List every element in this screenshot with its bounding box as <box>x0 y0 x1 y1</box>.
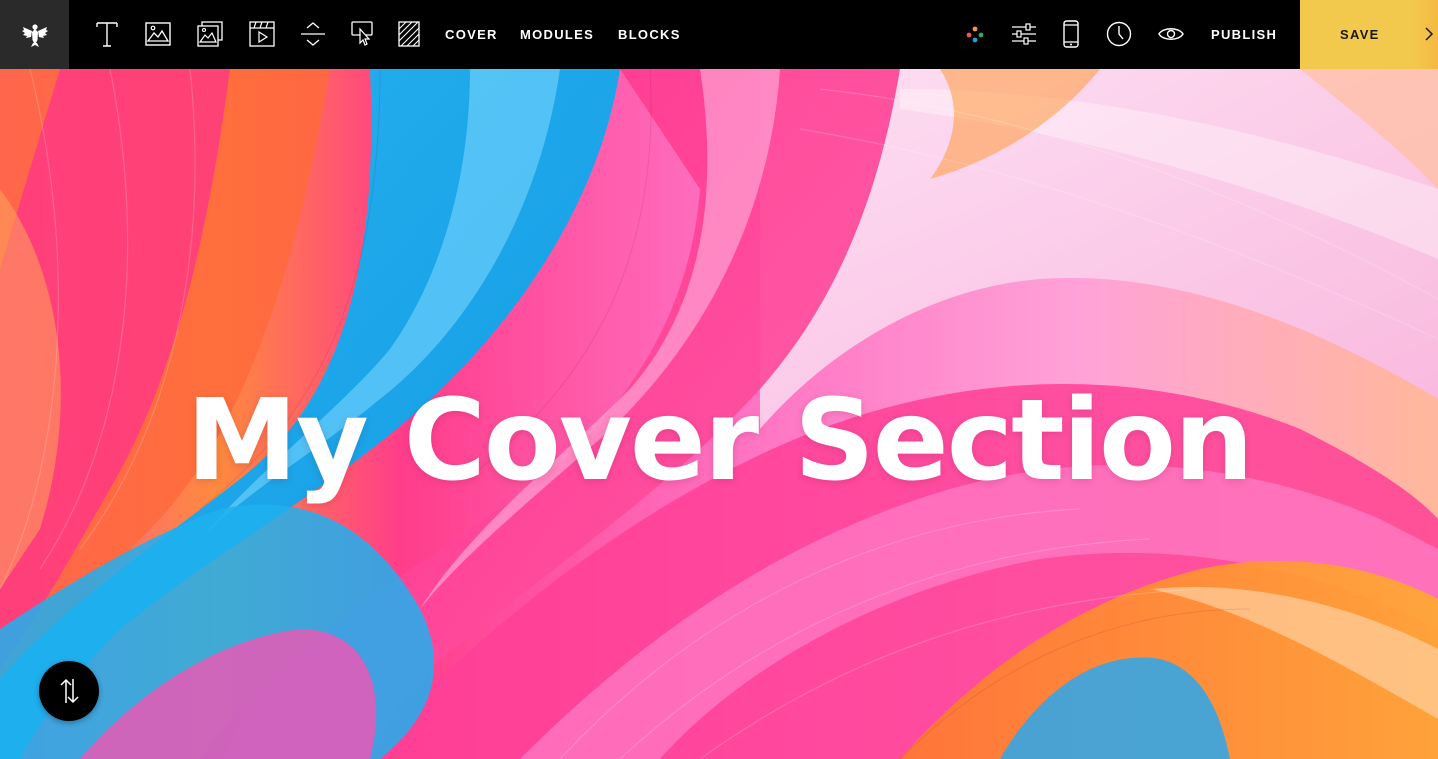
colors-icon <box>966 26 984 43</box>
reorder-arrows-icon <box>60 678 79 704</box>
pattern-tool-button[interactable] <box>391 17 427 51</box>
save-label: SAVE <box>1340 27 1380 42</box>
eye-icon <box>1158 28 1184 40</box>
button-tool-button[interactable] <box>345 17 381 51</box>
pattern-icon <box>398 21 420 47</box>
video-icon <box>249 21 275 47</box>
video-tool-button[interactable] <box>244 17 280 51</box>
settings-button[interactable] <box>1006 17 1042 51</box>
nav-blocks[interactable]: BLOCKS <box>618 0 681 69</box>
click-icon <box>351 21 373 46</box>
nav-modules[interactable]: MODULES <box>520 0 594 69</box>
publish-button[interactable]: PUBLISH <box>1211 0 1277 69</box>
text-icon <box>96 22 118 47</box>
spacer-icon <box>301 22 325 46</box>
spacer-tool-button[interactable] <box>295 17 331 51</box>
image-icon <box>145 22 171 46</box>
image-tool-button[interactable] <box>140 17 176 51</box>
gallery-icon <box>197 21 223 47</box>
text-tool-button[interactable] <box>89 17 125 51</box>
logo[interactable] <box>0 0 69 69</box>
colors-button[interactable] <box>957 17 993 51</box>
cover-title[interactable]: My Cover Section <box>0 385 1438 497</box>
gallery-tool-button[interactable] <box>192 17 228 51</box>
sliders-icon <box>1012 23 1036 45</box>
nav-cover[interactable]: COVER <box>445 0 498 69</box>
clock-icon <box>1106 21 1132 47</box>
eagle-logo-icon <box>21 23 48 47</box>
history-button[interactable] <box>1101 17 1137 51</box>
preview-button[interactable] <box>1153 17 1189 51</box>
chevron-right-icon <box>1425 27 1434 41</box>
cover-section[interactable]: My Cover Section <box>0 69 1438 759</box>
save-button[interactable]: SAVE <box>1300 0 1438 69</box>
mobile-preview-button[interactable] <box>1053 17 1089 51</box>
editor-toolbar: COVER MODULES BLOCKS PUBLISH SAVE <box>0 0 1438 69</box>
mobile-icon <box>1063 20 1079 48</box>
reorder-button[interactable] <box>39 661 99 721</box>
